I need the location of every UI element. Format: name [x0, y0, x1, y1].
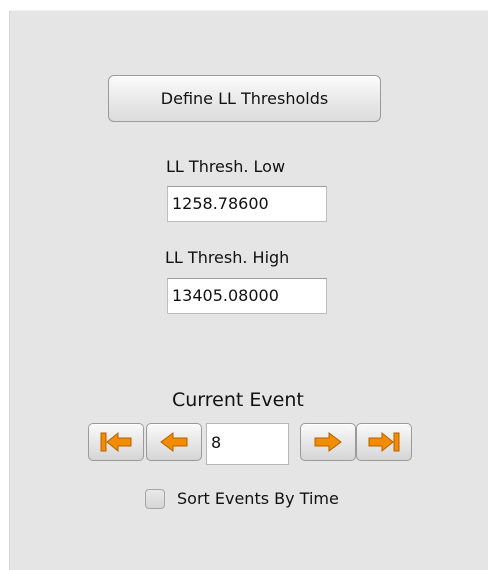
next-event-button[interactable]: [300, 423, 356, 461]
ll-thresh-high-label: LL Thresh. High: [165, 248, 290, 267]
last-event-icon: [368, 431, 400, 453]
ll-thresh-low-label: LL Thresh. Low: [166, 157, 286, 176]
current-event-label: Current Event: [172, 389, 304, 411]
ll-thresh-low-field[interactable]: 1258.78600: [167, 186, 327, 222]
first-event-button[interactable]: [88, 423, 144, 461]
previous-event-button[interactable]: [146, 423, 202, 461]
sort-events-checkbox[interactable]: [145, 489, 165, 509]
current-event-field[interactable]: 8: [206, 423, 289, 465]
next-event-icon: [314, 432, 342, 452]
previous-event-icon: [160, 432, 188, 452]
sort-events-label: Sort Events By Time: [177, 489, 339, 508]
last-event-button[interactable]: [356, 423, 412, 461]
define-ll-thresholds-button[interactable]: Define LL Thresholds: [108, 75, 381, 122]
ll-thresh-high-field[interactable]: 13405.08000: [167, 278, 327, 314]
first-event-icon: [100, 431, 132, 453]
